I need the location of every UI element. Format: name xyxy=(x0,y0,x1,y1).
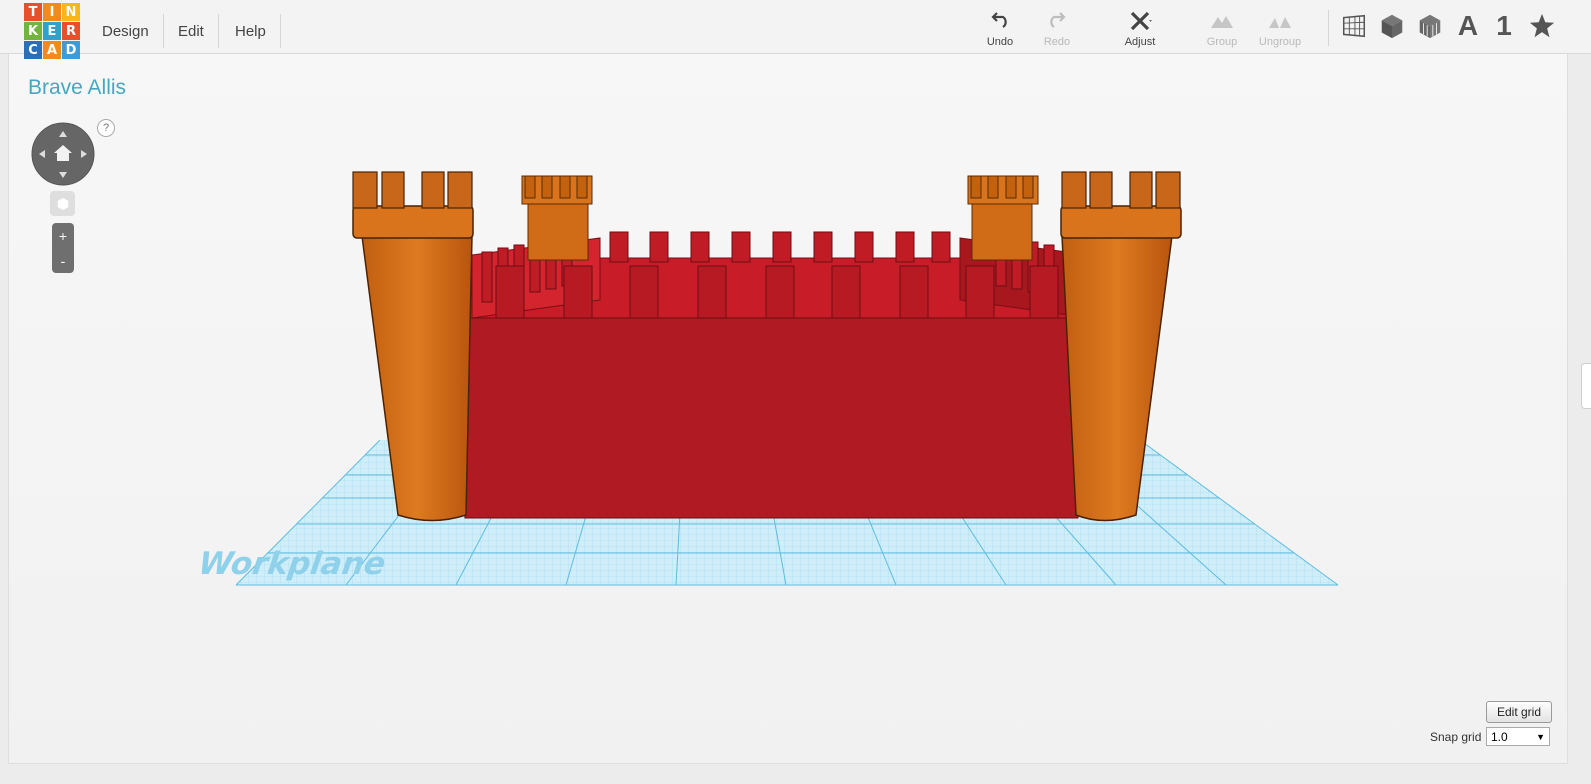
back-right-tower[interactable] xyxy=(967,175,1039,261)
logo-letter: T xyxy=(24,3,42,21)
logo-letter: D xyxy=(62,41,80,59)
logo-letter: N xyxy=(62,3,80,21)
chevron-down-icon: ▼ xyxy=(1536,731,1545,742)
logo-letter: K xyxy=(24,22,42,40)
castle-walls[interactable] xyxy=(446,231,1094,519)
edit-grid-button[interactable]: Edit grid xyxy=(1486,701,1552,723)
orthographic-toggle[interactable] xyxy=(50,191,75,216)
snap-grid-label: Snap grid xyxy=(1430,730,1482,744)
logo-letter: R xyxy=(62,22,80,40)
cube-icon xyxy=(57,197,68,210)
logo-letter: E xyxy=(43,22,61,40)
help-button[interactable]: ? xyxy=(97,119,115,137)
logo-letter: I xyxy=(43,3,61,21)
nav-arrows[interactable] xyxy=(31,122,95,186)
tinkercad-logo[interactable]: T I N K E R C A D xyxy=(24,3,81,60)
zoom-out-button[interactable]: - xyxy=(52,248,74,273)
snap-grid-select[interactable]: 1.0 ▼ xyxy=(1486,727,1550,746)
workplane-label: Workplane xyxy=(196,546,388,582)
design-title[interactable]: Brave Allis xyxy=(28,76,126,100)
side-panel-toggle[interactable] xyxy=(1581,363,1591,409)
zoom-control: + - xyxy=(52,223,74,273)
back-left-tower[interactable] xyxy=(521,175,593,261)
logo-letter: A xyxy=(43,41,61,59)
zoom-in-button[interactable]: + xyxy=(52,223,74,248)
logo-letter: C xyxy=(24,41,42,59)
snap-grid-value: 1.0 xyxy=(1491,729,1508,744)
3d-scene[interactable]: Workplane xyxy=(0,0,1591,784)
